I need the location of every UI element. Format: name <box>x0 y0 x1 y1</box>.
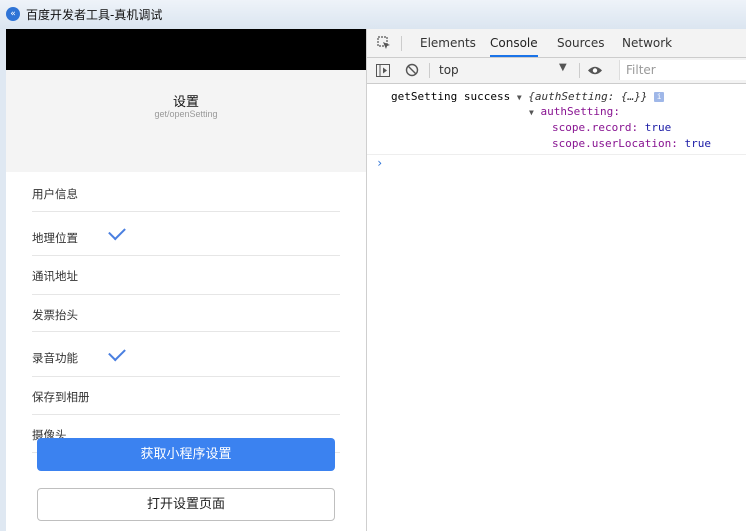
expand-triangle-icon[interactable]: ▼ <box>529 108 534 117</box>
console-prompt-icon[interactable]: › <box>376 156 383 170</box>
checkmark-icon <box>108 343 126 362</box>
setting-label: 地理位置 <box>32 231 78 245</box>
clear-console-icon[interactable] <box>405 63 419 77</box>
settings-list: 用户信息 地理位置 通讯地址 发票抬头 录音功能 保存到相册 摄像头 <box>6 172 366 453</box>
checkmark-icon <box>108 222 126 241</box>
tab-elements[interactable]: Elements <box>420 29 476 57</box>
setting-row-album[interactable]: 保存到相册 <box>32 377 340 415</box>
log-prop-line[interactable]: ▼ authSetting: <box>529 105 620 118</box>
setting-label: 保存到相册 <box>32 390 90 404</box>
tab-sources[interactable]: Sources <box>557 29 604 57</box>
log-key: authSetting <box>540 105 614 118</box>
window-titlebar: « 百度开发者工具-真机调试 <box>0 0 746 29</box>
setting-label: 用户信息 <box>32 187 78 201</box>
tab-network[interactable]: Network <box>622 29 672 57</box>
window-title: 百度开发者工具-真机调试 <box>26 8 163 22</box>
sidebar-toggle-icon[interactable] <box>376 64 390 77</box>
expand-triangle-icon[interactable]: ▼ <box>517 93 522 102</box>
setting-label: 发票抬头 <box>32 308 78 322</box>
log-message-line: getSetting success ▼ {authSetting: {…}} … <box>391 90 665 103</box>
page-title: 设置 <box>172 95 199 110</box>
setting-label: 通讯地址 <box>32 269 78 283</box>
setting-row-userinfo[interactable]: 用户信息 <box>32 172 340 212</box>
setting-row-invoice[interactable]: 发票抬头 <box>32 295 340 332</box>
log-message: getSetting success <box>391 90 511 103</box>
log-separator <box>367 154 746 155</box>
log-key: scope.userLocation <box>552 137 672 150</box>
info-icon: i <box>654 92 665 102</box>
page-header <box>6 70 366 172</box>
tab-console[interactable]: Console <box>490 29 538 57</box>
console-toolbar: top ▼ Filter <box>367 58 746 84</box>
get-settings-button[interactable]: 获取小程序设置 <box>37 438 335 471</box>
open-settings-button[interactable]: 打开设置页面 <box>37 488 335 521</box>
toolbar-separator <box>579 63 580 78</box>
inspect-element-icon[interactable] <box>377 36 391 50</box>
toolbar-separator <box>429 63 430 78</box>
log-value: true <box>644 121 672 134</box>
dropdown-arrow-icon[interactable]: ▼ <box>559 62 567 73</box>
filter-input[interactable]: Filter <box>619 60 746 80</box>
eye-icon[interactable] <box>587 65 603 76</box>
setting-row-address[interactable]: 通讯地址 <box>32 256 340 295</box>
tab-separator <box>401 36 402 51</box>
setting-row-record[interactable]: 录音功能 <box>32 332 340 377</box>
simulator-panel: 设置 get/openSetting 用户信息 地理位置 通讯地址 发票抬头 录… <box>6 29 366 531</box>
devtools-tabbar: Elements Console Sources Network <box>367 29 746 58</box>
navigation-bar <box>6 29 366 70</box>
setting-label: 录音功能 <box>32 351 78 365</box>
context-selector[interactable]: top <box>439 63 459 77</box>
log-key: scope.record <box>552 121 632 134</box>
devtools-panel: Elements Console Sources Network top ▼ F… <box>366 29 746 531</box>
log-object-preview[interactable]: {authSetting: {…}} <box>528 90 647 103</box>
log-prop-line: scope.record: true <box>552 121 672 134</box>
page-subtitle: get/openSetting <box>154 109 218 119</box>
log-value: true <box>684 137 711 150</box>
app-logo-icon: « <box>6 7 20 21</box>
log-prop-line: scope.userLocation: true <box>552 137 711 150</box>
setting-row-location[interactable]: 地理位置 <box>32 212 340 256</box>
